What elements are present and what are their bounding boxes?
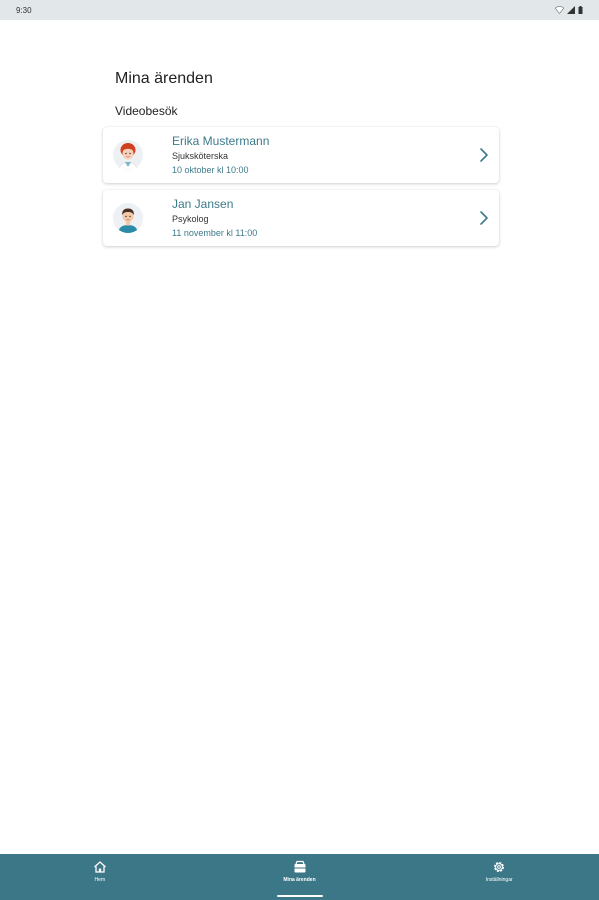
appointment-role: Sjuksköterska	[172, 151, 229, 161]
appointment-date: 10 oktober kl 10:00	[172, 165, 249, 175]
status-bar: 9:30	[0, 0, 599, 20]
nav-item-settings[interactable]: Inställningar	[399, 854, 599, 900]
appointment-name: Erika Mustermann	[172, 134, 270, 148]
appointment-date: 11 november kl 11:00	[172, 228, 258, 238]
chevron-right-icon	[480, 211, 488, 225]
wifi-icon	[555, 6, 564, 14]
main-content: Mina ärenden Videobesök Erika Mustermann…	[0, 20, 599, 854]
section-title: Videobesök	[115, 104, 178, 118]
nav-label-cases: Mina ärenden	[283, 877, 316, 883]
gear-icon	[494, 861, 505, 873]
female-avatar-icon	[113, 140, 143, 170]
nav-label-home: Hem	[94, 877, 106, 883]
battery-icon	[578, 6, 583, 14]
home-icon	[93, 861, 106, 873]
appointment-card-erika[interactable]: Erika Mustermann Sjuksköterska 10 oktobe…	[103, 127, 499, 183]
status-icons	[555, 6, 583, 14]
chevron-right-icon	[480, 148, 488, 162]
appointment-card-jan[interactable]: Jan Jansen Psykolog 11 november kl 11:00	[103, 190, 499, 246]
nav-item-cases[interactable]: Mina ärenden	[200, 854, 400, 900]
appointment-name: Jan Jansen	[172, 197, 234, 211]
appointment-role: Psykolog	[172, 214, 209, 224]
status-time: 9:30	[16, 5, 32, 15]
page-title: Mina ärenden	[115, 70, 213, 87]
nav-label-settings: Inställningar	[485, 877, 513, 883]
cases-icon	[294, 860, 305, 873]
bottom-navigation: Hem Mina ärenden Inställningar	[0, 854, 599, 900]
nav-active-indicator	[276, 895, 323, 897]
nav-item-home[interactable]: Hem	[0, 854, 200, 900]
signal-icon	[567, 6, 575, 14]
male-avatar-icon	[113, 203, 143, 233]
